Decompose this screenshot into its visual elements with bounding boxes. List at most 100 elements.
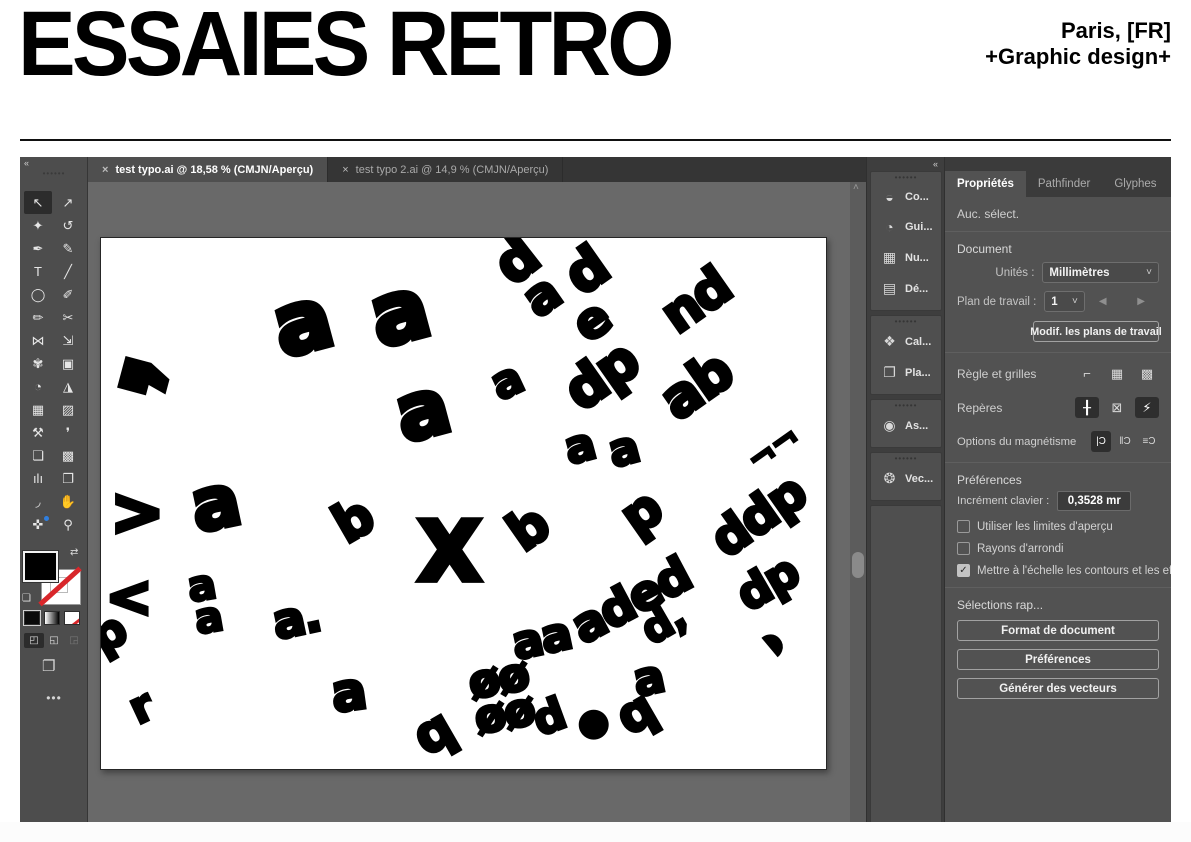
close-icon[interactable]: × xyxy=(342,164,348,176)
artwork-glyph[interactable]: øø xyxy=(471,685,538,741)
artwork-glyph[interactable]: a xyxy=(514,266,569,325)
canvas-scrollbar[interactable]: ˄ xyxy=(850,182,866,822)
document-tab[interactable]: × test typo.ai @ 18,58 % (CMJN/Aperçu) xyxy=(88,157,328,182)
checkbox[interactable] xyxy=(957,542,970,555)
tool-button[interactable]: ⇲ xyxy=(54,329,82,352)
dock-panel-button[interactable]: ◔ Gui... xyxy=(871,212,941,242)
snap-toggle-icon[interactable]: |Ɔ xyxy=(1091,431,1111,452)
artwork-glyph[interactable]: p xyxy=(612,482,671,545)
tool-button[interactable]: ✦ xyxy=(24,214,52,237)
screen-mode-button[interactable]: ❐ xyxy=(42,657,55,675)
artwork-glyph[interactable]: a xyxy=(184,463,244,543)
artboard-dropdown[interactable]: 1 ˅ xyxy=(1044,291,1085,312)
dock-panel-button[interactable]: ◒ Co... xyxy=(871,182,941,212)
guides-toggle-icon[interactable]: ⚡ xyxy=(1135,397,1159,418)
tool-button[interactable]: ↺ xyxy=(54,214,82,237)
artwork-glyph[interactable]: a xyxy=(191,595,225,641)
artwork-glyph[interactable]: a xyxy=(559,421,598,472)
snap-toggle-icon[interactable]: ≡Ɔ xyxy=(1139,431,1159,452)
tool-button[interactable]: ılı xyxy=(24,467,52,490)
artwork-glyph[interactable]: b xyxy=(325,490,381,553)
tool-button[interactable]: ✂ xyxy=(54,306,82,329)
document-tab[interactable]: × test typo 2.ai @ 14,9 % (CMJN/Aperçu) xyxy=(328,157,563,182)
tool-button[interactable]: ✐ xyxy=(54,283,82,306)
color-fill-button[interactable] xyxy=(24,611,40,625)
dock-panel-button[interactable]: ▤ Dé... xyxy=(871,273,941,304)
collapse-toolbar-icon[interactable]: « xyxy=(24,158,29,168)
artwork-glyph[interactable]: a xyxy=(361,265,435,361)
artwork-glyph[interactable]: a xyxy=(328,665,368,721)
tool-button[interactable]: ▩ xyxy=(54,444,82,467)
dock-panel-button[interactable]: ❖ Cal... xyxy=(871,326,941,357)
fill-swatch-black[interactable] xyxy=(23,551,58,582)
tool-button[interactable]: ◔ xyxy=(24,375,52,398)
dock-drag-handle[interactable]: •••••• xyxy=(871,318,941,326)
artwork-glyph[interactable]: a xyxy=(484,355,529,408)
dock-panel-button[interactable]: ◉ As... xyxy=(871,410,941,441)
toolbar-drag-handle[interactable]: •••••• xyxy=(20,169,88,178)
tool-button[interactable]: ▨ xyxy=(54,398,82,421)
artwork-glyph[interactable]: a xyxy=(387,367,455,455)
tool-button[interactable]: ▣ xyxy=(54,352,82,375)
dock-drag-handle[interactable]: •••••• xyxy=(871,455,941,463)
artwork-glyph[interactable]: b xyxy=(499,498,558,561)
tool-button[interactable]: ◮ xyxy=(54,375,82,398)
artwork-glyph[interactable]: ab xyxy=(651,343,742,429)
artwork-glyph[interactable]: q xyxy=(405,702,461,765)
collapse-dock-icon[interactable]: « xyxy=(933,159,938,169)
dock-panel-button[interactable]: ❐ Pla... xyxy=(871,357,941,388)
artwork-glyph[interactable]: ❜ xyxy=(108,353,233,420)
draw-normal-button[interactable]: ◰ xyxy=(24,633,44,648)
canvas-pasteboard[interactable]: ❜ a a a d a d e nd dp ab a xyxy=(88,182,850,822)
tool-button[interactable]: ⚒ xyxy=(24,421,52,444)
dock-panel-button[interactable]: ❂ Vec... xyxy=(871,463,941,494)
artwork-glyph[interactable]: a xyxy=(603,424,642,475)
artwork-glyph[interactable]: a xyxy=(264,275,338,371)
panel-tab[interactable]: Pathfinder xyxy=(1026,171,1102,197)
artwork-glyph[interactable]: > xyxy=(110,481,161,545)
edit-artboards-button[interactable]: Modif. les plans de travail xyxy=(1033,321,1159,342)
quick-action-button[interactable]: Générer des vecteurs xyxy=(957,678,1159,699)
panel-tab[interactable]: Glyphes xyxy=(1102,171,1168,197)
dock-panel-button[interactable]: ▦ Nu... xyxy=(871,242,941,273)
tool-button[interactable]: ❜ xyxy=(54,421,82,444)
close-icon[interactable]: × xyxy=(102,164,108,176)
default-fill-stroke-icon[interactable]: ❏ xyxy=(22,593,31,604)
tool-button[interactable]: ◞ xyxy=(24,490,52,513)
tool-button[interactable]: ✏ xyxy=(24,306,52,329)
tool-button[interactable]: ❏ xyxy=(24,444,52,467)
checkbox[interactable] xyxy=(957,520,970,533)
artboard-nav-arrows[interactable]: ◀ ▶ xyxy=(1099,296,1159,307)
rulers-toggle-icon[interactable]: ⌐ xyxy=(1075,363,1099,384)
tool-button[interactable]: ✒ xyxy=(24,237,52,260)
tool-button[interactable]: ⚲ xyxy=(54,513,82,536)
draw-behind-button[interactable]: ◱ xyxy=(44,633,64,648)
tool-button[interactable]: ❐ xyxy=(54,467,82,490)
swap-fill-stroke-icon[interactable]: ⇄ xyxy=(70,547,78,558)
artwork-glyph[interactable]: nd xyxy=(652,260,739,343)
tool-button[interactable]: ╱ xyxy=(54,260,82,283)
artwork-glyph[interactable]: a. xyxy=(268,591,324,648)
tool-button[interactable]: ↗ xyxy=(54,191,82,214)
rulers-toggle-icon[interactable]: ▦ xyxy=(1105,363,1129,384)
dock-drag-handle[interactable]: •••••• xyxy=(871,402,941,410)
tool-button[interactable]: ⋈ xyxy=(24,329,52,352)
scrollbar-thumb[interactable] xyxy=(852,552,864,578)
checkbox[interactable]: ✓ xyxy=(957,564,970,577)
quick-action-button[interactable]: Préférences xyxy=(957,649,1159,670)
units-dropdown[interactable]: Millimètres ˅ xyxy=(1042,262,1159,283)
tool-button[interactable]: ✾ xyxy=(24,352,52,375)
tool-button[interactable]: ✋ xyxy=(54,490,82,513)
keyboard-increment-input[interactable]: 0,3528 mr xyxy=(1057,491,1131,511)
draw-inside-button[interactable]: ◲ xyxy=(64,633,84,648)
tool-button[interactable]: T xyxy=(24,260,52,283)
tool-button[interactable]: ✎ xyxy=(54,237,82,260)
gradient-fill-button[interactable] xyxy=(44,611,60,625)
dock-drag-handle[interactable]: •••••• xyxy=(871,174,941,182)
artwork-glyph[interactable]: d xyxy=(527,692,570,744)
artwork-glyph[interactable]: dp xyxy=(555,332,647,420)
guides-toggle-icon[interactable]: ╂ xyxy=(1075,397,1099,418)
artwork-glyph[interactable]: r xyxy=(123,684,160,732)
rulers-toggle-icon[interactable]: ▩ xyxy=(1135,363,1159,384)
scroll-up-icon[interactable]: ˄ xyxy=(853,182,859,193)
